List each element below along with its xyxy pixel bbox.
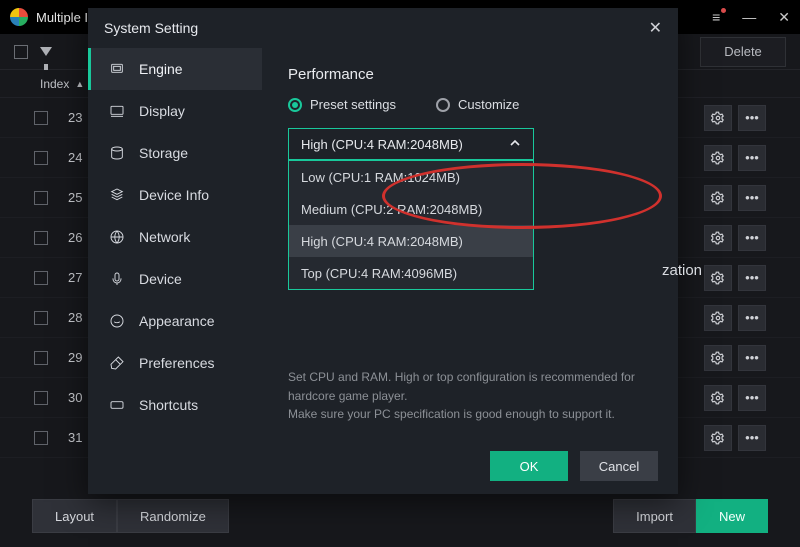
hint-text: Set CPU and RAM. High or top configurati…	[288, 368, 652, 424]
device-info-icon	[109, 187, 125, 203]
row-checkbox[interactable]	[34, 151, 48, 165]
row-checkbox[interactable]	[34, 271, 48, 285]
app-logo-icon	[10, 8, 28, 26]
sidebar-item-engine[interactable]: Engine	[88, 48, 262, 90]
layout-button[interactable]: Layout	[32, 499, 117, 533]
more-icon[interactable]: •••	[738, 305, 766, 331]
dropdown-option[interactable]: Top (CPU:4 RAM:4096MB)	[289, 257, 533, 289]
performance-panel: Performance Preset settings Customize Hi…	[262, 48, 678, 438]
minimize-icon[interactable]: —	[742, 10, 756, 24]
import-button[interactable]: Import	[613, 499, 696, 533]
radio-on-icon	[288, 98, 302, 112]
combo-value: High (CPU:4 RAM:2048MB)	[301, 137, 463, 152]
gear-icon[interactable]	[704, 425, 732, 451]
engine-icon	[109, 61, 125, 77]
dropdown-option[interactable]: Low (CPU:1 RAM:1024MB)	[289, 161, 533, 193]
preset-dropdown: Low (CPU:1 RAM:1024MB)Medium (CPU:2 RAM:…	[288, 160, 534, 290]
gear-icon[interactable]	[704, 145, 732, 171]
more-icon[interactable]: •••	[738, 425, 766, 451]
customize-radio[interactable]: Customize	[436, 97, 519, 112]
filter-icon[interactable]	[40, 47, 52, 56]
gear-icon[interactable]	[704, 385, 732, 411]
cancel-button[interactable]: Cancel	[580, 451, 658, 481]
modal-title: System Setting	[104, 20, 198, 36]
select-all-checkbox[interactable]	[14, 45, 28, 59]
sidebar-item-preferences[interactable]: Preferences	[88, 342, 262, 384]
window-controls: ≡ — ✕	[712, 10, 790, 24]
radio-off-icon	[436, 98, 450, 112]
more-icon[interactable]: •••	[738, 185, 766, 211]
sidebar-item-display[interactable]: Display	[88, 90, 262, 132]
sidebar-item-shortcuts[interactable]: Shortcuts	[88, 384, 262, 426]
sidebar-item-label: Storage	[139, 145, 188, 161]
more-icon[interactable]: •••	[738, 345, 766, 371]
hamburger-icon[interactable]: ≡	[712, 10, 720, 24]
sidebar-item-label: Preferences	[139, 355, 214, 371]
dropdown-option[interactable]: High (CPU:4 RAM:2048MB)	[289, 225, 533, 257]
preset-radio[interactable]: Preset settings	[288, 97, 396, 112]
row-checkbox[interactable]	[34, 111, 48, 125]
sidebar-item-storage[interactable]: Storage	[88, 132, 262, 174]
row-checkbox[interactable]	[34, 311, 48, 325]
network-icon	[109, 229, 125, 245]
sidebar-item-label: Device	[139, 271, 182, 287]
gear-icon[interactable]	[704, 345, 732, 371]
shortcuts-icon	[109, 397, 125, 413]
delete-button[interactable]: Delete	[700, 37, 786, 67]
row-checkbox[interactable]	[34, 431, 48, 445]
gear-icon[interactable]	[704, 225, 732, 251]
gear-icon[interactable]	[704, 265, 732, 291]
gear-icon[interactable]	[704, 185, 732, 211]
more-icon[interactable]: •••	[738, 385, 766, 411]
sidebar-item-label: Network	[139, 229, 190, 245]
modal-footer: OK Cancel	[88, 438, 678, 494]
display-icon	[109, 103, 125, 119]
sidebar-item-label: Display	[139, 103, 185, 119]
ok-button[interactable]: OK	[490, 451, 568, 481]
gear-icon[interactable]	[704, 305, 732, 331]
sidebar-item-device[interactable]: Device	[88, 258, 262, 300]
storage-icon	[109, 145, 125, 161]
sort-asc-icon: ▲	[75, 79, 84, 89]
row-checkbox[interactable]	[34, 391, 48, 405]
more-icon[interactable]: •••	[738, 265, 766, 291]
row-checkbox[interactable]	[34, 191, 48, 205]
gear-icon[interactable]	[704, 105, 732, 131]
modal-close-icon[interactable]: ✕	[649, 18, 662, 38]
new-button[interactable]: New	[696, 499, 768, 533]
sidebar-item-device-info[interactable]: Device Info	[88, 174, 262, 216]
dropdown-option[interactable]: Medium (CPU:2 RAM:2048MB)	[289, 193, 533, 225]
sidebar-item-label: Device Info	[139, 187, 209, 203]
row-checkbox[interactable]	[34, 351, 48, 365]
chevron-up-icon	[509, 137, 521, 152]
settings-sidebar: Engine Display Storage Device Info Network De…	[88, 48, 262, 438]
row-checkbox[interactable]	[34, 231, 48, 245]
preset-combo[interactable]: High (CPU:4 RAM:2048MB) Low (CPU:1 RAM:1…	[288, 128, 534, 160]
background-text-fragment: zation	[662, 262, 702, 279]
sidebar-item-appearance[interactable]: Appearance	[88, 300, 262, 342]
device-icon	[109, 271, 125, 287]
modal-header: System Setting ✕	[88, 8, 678, 48]
close-icon[interactable]: ✕	[778, 10, 790, 24]
sidebar-item-label: Appearance	[139, 313, 215, 329]
footer: Layout Randomize Import New	[0, 497, 800, 535]
sidebar-item-label: Shortcuts	[139, 397, 198, 413]
radio-group: Preset settings Customize	[288, 97, 652, 112]
appearance-icon	[109, 313, 125, 329]
more-icon[interactable]: •••	[738, 225, 766, 251]
index-column-header: Index	[40, 77, 69, 91]
settings-modal: System Setting ✕ Engine Display Storage Dev…	[88, 8, 678, 494]
more-icon[interactable]: •••	[738, 145, 766, 171]
more-icon[interactable]: •••	[738, 105, 766, 131]
sidebar-item-network[interactable]: Network	[88, 216, 262, 258]
panel-heading: Performance	[288, 66, 652, 83]
randomize-button[interactable]: Randomize	[117, 499, 229, 533]
preferences-icon	[109, 355, 125, 371]
sidebar-item-label: Engine	[139, 61, 183, 77]
